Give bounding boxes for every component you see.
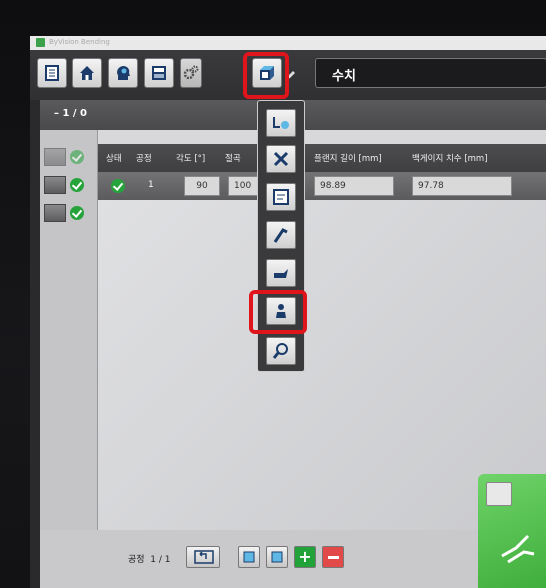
oil-can-icon xyxy=(274,269,288,278)
run-bend-panel[interactable] xyxy=(478,474,546,588)
header-step: 공정 xyxy=(136,154,152,164)
gears-icon xyxy=(183,65,199,80)
header-flange-length: 플랜지 길이 [mm] xyxy=(314,154,382,164)
dropdown-item-touch-bend[interactable] xyxy=(266,109,296,137)
part-thumbnail xyxy=(44,148,66,166)
step-next-button[interactable] xyxy=(266,546,288,568)
list-arrow-icon xyxy=(271,551,283,563)
return-arrow-icon xyxy=(194,550,214,564)
magnifier-icon xyxy=(272,343,288,359)
tools-icon xyxy=(273,151,289,167)
step-count: 1 / 1 xyxy=(150,555,171,565)
step-previous-button[interactable] xyxy=(238,546,260,568)
highlight-operator-item xyxy=(249,290,307,334)
part-list-column xyxy=(40,130,98,588)
app-window: ByVision Bending 수치 – 1 / 0 상태 공정 각도 [°]… xyxy=(30,36,546,588)
part-thumbnail xyxy=(44,176,66,194)
app-logo-icon xyxy=(36,38,45,47)
check-icon xyxy=(70,178,84,192)
part-item-3[interactable] xyxy=(44,202,92,224)
step-count-text: 공정 1 / 1 xyxy=(128,552,171,565)
header-backgauge: 백게이지 치수 [mm] xyxy=(412,154,488,164)
hand-bend-icon xyxy=(501,534,535,564)
header-angle: 각도 [°] xyxy=(176,154,206,164)
remove-step-button[interactable] xyxy=(322,546,344,568)
cell-flange-length[interactable]: 98.89 xyxy=(314,176,394,196)
check-icon xyxy=(70,206,84,220)
cell-backgauge[interactable]: 97.78 xyxy=(412,176,512,196)
document-list-button[interactable] xyxy=(37,58,67,88)
monitor-photo: ByVision Bending 수치 – 1 / 0 상태 공정 각도 [°]… xyxy=(0,0,546,588)
cell-bend[interactable]: 100 xyxy=(228,176,258,196)
check-icon xyxy=(70,150,84,164)
knowledge-button[interactable] xyxy=(108,58,138,88)
step-label: 공정 xyxy=(128,555,145,565)
dropdown-item-tools[interactable] xyxy=(266,145,296,173)
save-button[interactable] xyxy=(144,58,174,88)
robot-arm-icon xyxy=(273,228,288,243)
part-item-2[interactable] xyxy=(44,174,92,196)
status-check-icon xyxy=(111,179,125,193)
home-icon xyxy=(80,66,94,80)
step-repeat-button[interactable] xyxy=(186,546,220,568)
document-list-icon xyxy=(45,65,59,81)
dropdown-item-drawing[interactable] xyxy=(266,183,296,211)
header-status: 상태 xyxy=(106,154,122,164)
progress-text: – 1 / 0 xyxy=(54,108,88,119)
dimension-mode-field[interactable]: 수치 xyxy=(315,58,546,88)
add-step-button[interactable]: + xyxy=(294,546,316,568)
part-item-1[interactable] xyxy=(44,146,92,168)
dimension-mode-label: 수치 xyxy=(332,69,356,84)
floppy-disk-icon xyxy=(152,66,166,80)
list-arrow-icon xyxy=(243,551,255,563)
part-thumbnail xyxy=(44,204,66,222)
highlight-view-mode xyxy=(243,52,289,99)
touch-bend-icon xyxy=(273,117,289,129)
head-gear-icon xyxy=(117,66,130,80)
dropdown-item-robot[interactable] xyxy=(266,221,296,249)
table-header: 상태 공정 각도 [°] 절곡 플랜지 길이 [mm] 백게이지 치수 [mm] xyxy=(98,144,546,172)
plus-icon: + xyxy=(298,547,312,566)
drawing-icon xyxy=(273,189,289,205)
dropdown-item-inspect[interactable] xyxy=(266,337,296,365)
cell-angle[interactable]: 90 xyxy=(184,176,220,196)
cell-step: 1 xyxy=(148,180,154,190)
header-bend: 절곡 xyxy=(225,154,241,164)
window-title: ByVision Bending xyxy=(49,38,110,46)
bottom-toolbar: 공정 1 / 1 + xyxy=(40,530,546,588)
settings-button[interactable] xyxy=(180,58,202,88)
dropdown-item-oil[interactable] xyxy=(266,259,296,287)
window-titlebar: ByVision Bending xyxy=(30,36,546,50)
table-row[interactable]: 1 90 100 98.89 97.78 xyxy=(98,172,546,200)
home-button[interactable] xyxy=(72,58,102,88)
save-icon[interactable] xyxy=(486,482,512,506)
